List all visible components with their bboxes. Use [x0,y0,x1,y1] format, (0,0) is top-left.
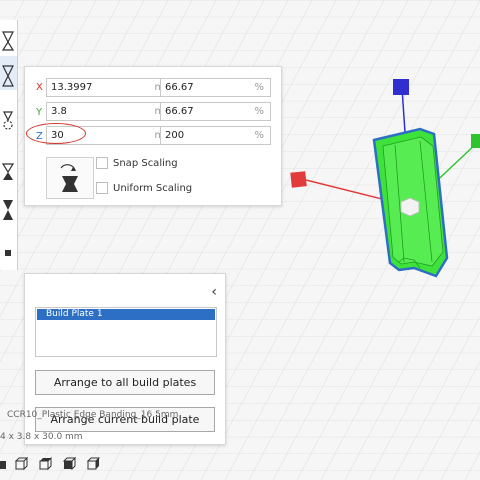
reset-scale-icon [60,164,78,192]
y-percent-unit: % [254,106,264,117]
scale-tool-icon[interactable] [0,56,17,90]
y-percent-field[interactable]: 66.67 % [160,102,271,121]
support-blocker-icon[interactable] [0,232,17,266]
uniform-scaling-checkbox[interactable] [96,182,108,194]
mirror-tool-icon[interactable] [0,150,17,184]
y-axis-label: Y [36,107,43,118]
scale-panel: X 13.3997 mm 66.67 % Y 3.8 mm 66.67 % Z … [24,66,282,206]
z-percent-value: 200 [165,130,185,141]
object-dimensions: 4 x 3.8 x 30.0 mm [0,432,83,442]
reset-scale-button[interactable] [46,157,94,199]
y-percent-value: 66.67 [165,106,194,117]
right-view-icon[interactable] [86,457,100,471]
rotate-tool-icon[interactable] [0,102,17,136]
per-model-settings-icon[interactable] [0,192,17,226]
z-percent-field[interactable]: 200 % [160,126,271,145]
snap-scaling-label: Snap Scaling [113,158,178,169]
y-size-value: 3.8 [51,106,67,117]
x-percent-field[interactable]: 66.67 % [160,78,271,97]
x-percent-unit: % [254,82,264,93]
front-view-icon[interactable] [14,457,28,471]
object-name: CCR10_Plastic Edge Banding_16.5mm [7,410,179,420]
tool-strip [0,20,18,270]
z-percent-unit: % [254,130,264,141]
arrange-all-button[interactable]: Arrange to all build plates [35,370,215,395]
z-scale-handle[interactable] [393,79,409,95]
z-field-annotation-circle [26,123,86,144]
build-plate-item[interactable]: Build Plate 1 [37,309,215,320]
collapse-chevron-icon[interactable]: ‹ [211,284,217,300]
left-view-icon[interactable] [62,457,76,471]
center-scale-handle[interactable] [400,197,420,217]
build-plate-list[interactable]: Build Plate 1 [35,307,217,357]
move-tool-icon[interactable] [0,20,17,54]
y-scale-handle[interactable] [471,134,480,148]
3d-view-icon[interactable] [0,457,10,471]
x-size-value: 13.3997 [51,82,93,93]
snap-scaling-checkbox[interactable] [96,157,108,169]
top-view-icon[interactable] [38,457,52,471]
x-percent-value: 66.67 [165,82,194,93]
x-scale-handle[interactable] [290,171,307,188]
uniform-scaling-label: Uniform Scaling [113,183,193,194]
x-axis-label: X [36,82,43,93]
